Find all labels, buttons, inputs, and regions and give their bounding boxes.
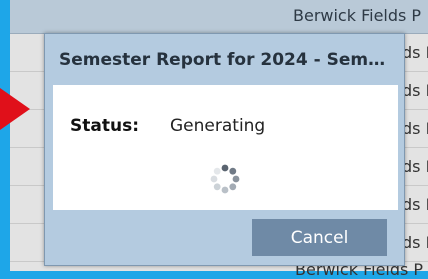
background-row-text: ds P (402, 119, 428, 138)
background-row-text: ds P (402, 195, 428, 214)
report-dialog: Semester Report for 2024 - Semester 2 St… (44, 33, 405, 266)
status-label: Status: (70, 116, 139, 136)
background-row-text: ds P (402, 233, 428, 252)
cancel-button[interactable]: Cancel (252, 219, 387, 256)
red-pointer-arrow (0, 88, 30, 130)
loading-spinner-icon (210, 164, 240, 194)
background-row-text: ds P (402, 43, 428, 62)
background-row-text: ds P (402, 81, 428, 100)
background-table-header: Berwick Fields P (10, 0, 428, 34)
dialog-title: Semester Report for 2024 - Semester 2 (59, 50, 395, 70)
background-row-text: ds P (402, 157, 428, 176)
status-value: Generating (170, 116, 266, 136)
dialog-body: Status: Generating (53, 85, 398, 210)
background-header-text: Berwick Fields P (293, 6, 422, 25)
